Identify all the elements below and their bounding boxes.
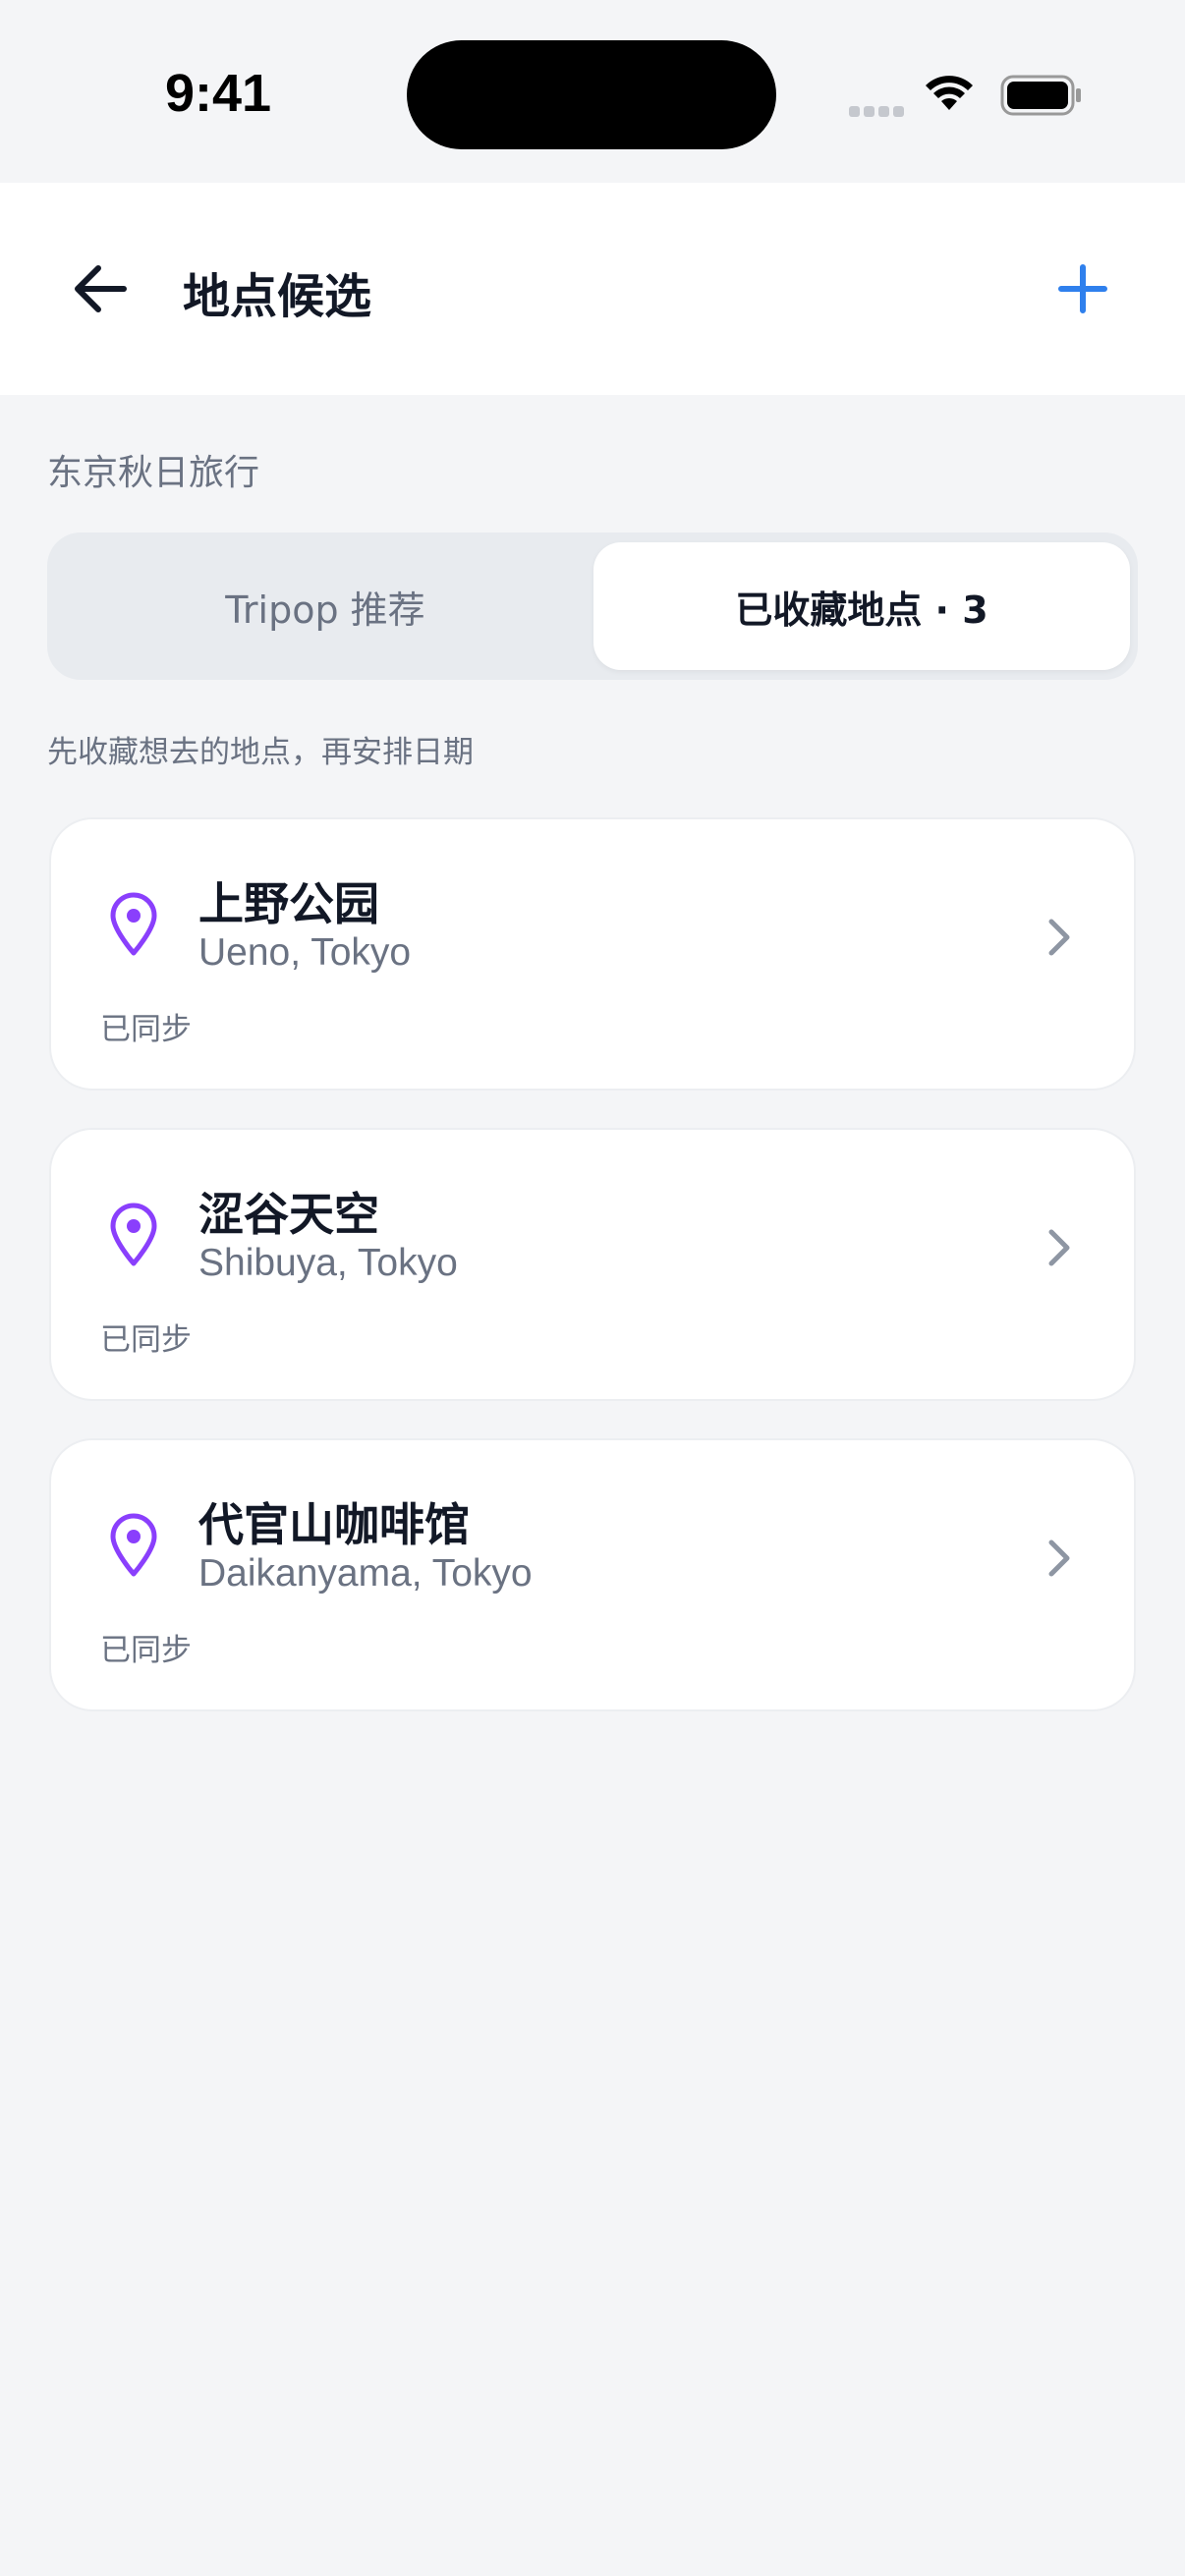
place-card[interactable]: 代官山咖啡馆 Daikanyama, Tokyo 已同步	[49, 1438, 1136, 1711]
plus-icon	[1058, 264, 1107, 313]
chevron-right-icon	[1048, 1540, 1070, 1577]
tab-saved-places[interactable]: 已收藏地点 · 3	[593, 542, 1130, 670]
place-card[interactable]: 上野公园 Ueno, Tokyo 已同步	[49, 817, 1136, 1091]
place-location: Shibuya, Tokyo	[198, 1242, 458, 1284]
status-time: 9:41	[165, 64, 272, 123]
add-place-button[interactable]	[1045, 252, 1120, 326]
wifi-icon	[926, 76, 973, 110]
place-location: Ueno, Tokyo	[198, 931, 412, 974]
tab-recommended[interactable]: Tripop 推荐	[57, 542, 593, 670]
place-name: 代官山咖啡馆	[198, 1498, 470, 1551]
location-pin-icon	[110, 892, 157, 956]
dynamic-island	[407, 40, 776, 149]
place-name: 上野公园	[198, 877, 379, 930]
sync-status: 已同步	[100, 1012, 192, 1047]
cellular-signal-icon	[849, 102, 908, 121]
sync-status: 已同步	[100, 1322, 192, 1358]
back-button[interactable]	[65, 252, 140, 326]
segmented-control: Tripop 推荐 已收藏地点 · 3	[47, 532, 1138, 680]
nav-bar: 地点候选	[0, 183, 1185, 395]
sync-status: 已同步	[100, 1633, 192, 1668]
battery-icon	[1000, 75, 1081, 116]
hint-text: 先收藏想去的地点，再安排日期	[47, 735, 474, 770]
place-name: 涩谷天空	[198, 1188, 379, 1241]
place-location: Daikanyama, Tokyo	[198, 1552, 533, 1595]
page-title: 地点候选	[183, 269, 372, 324]
arrow-left-icon	[75, 265, 127, 312]
chevron-right-icon	[1048, 1229, 1070, 1266]
trip-name: 东京秋日旅行	[47, 453, 260, 493]
chevron-right-icon	[1048, 919, 1070, 956]
location-pin-icon	[110, 1203, 157, 1266]
status-bar: 9:41	[0, 0, 1185, 183]
location-pin-icon	[110, 1513, 157, 1577]
place-card[interactable]: 涩谷天空 Shibuya, Tokyo 已同步	[49, 1128, 1136, 1401]
